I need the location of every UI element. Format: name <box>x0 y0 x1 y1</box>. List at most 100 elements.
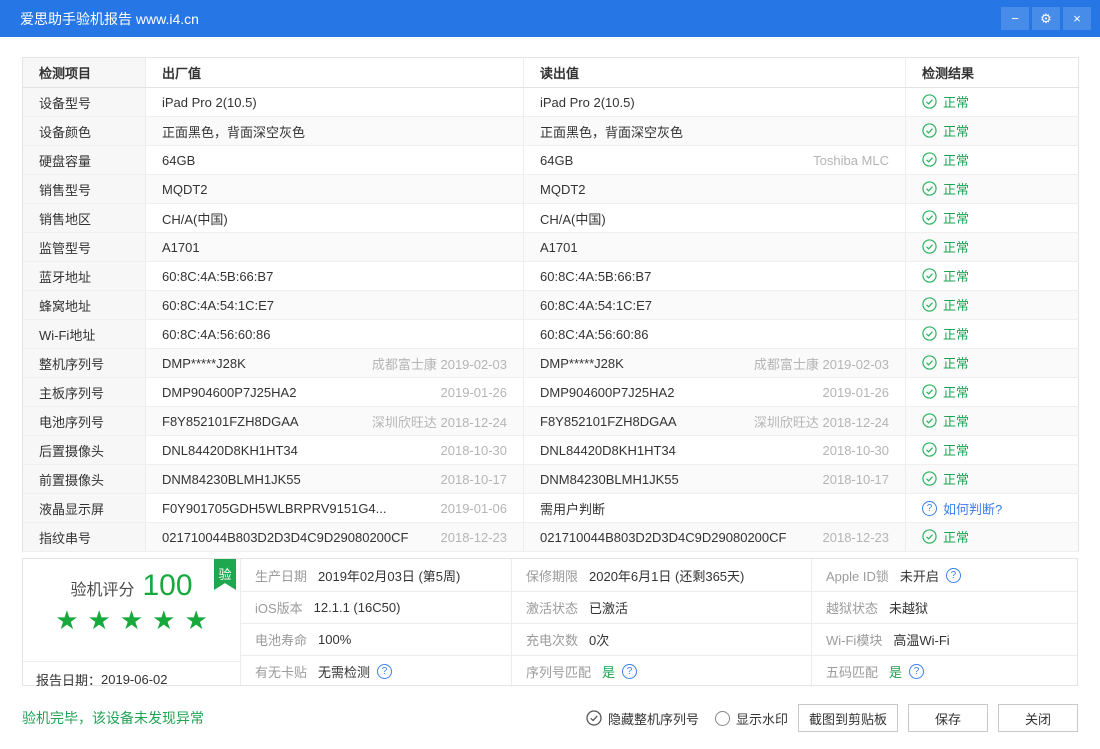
factory-value: 60:8C:4A:54:1C:E7 <box>162 297 275 313</box>
close-report-button[interactable]: 关闭 <box>998 704 1078 732</box>
summary-cell-label: Wi-Fi模块 <box>826 633 883 648</box>
check-circle-icon <box>922 210 937 225</box>
summary-cell: 生产日期 2019年02月03日 (第5周) ? <box>241 559 511 591</box>
read-value: DMP*****J28K <box>540 355 624 371</box>
read-value: 60:8C:4A:54:1C:E7 <box>540 297 653 313</box>
read-value: iPad Pro 2(10.5) <box>540 94 635 110</box>
minimize-button[interactable]: − <box>1001 7 1029 30</box>
table-row: 电池序列号 F8Y852101FZH8DGAA 深圳欣旺达 2018-12-24… <box>22 406 1079 436</box>
window-title: 爱思助手验机报告 www.i4.cn <box>20 10 199 27</box>
result-cell: ? 正常 <box>905 522 1079 552</box>
row-item-label: 蜂窝地址 <box>22 290 146 320</box>
read-value: 64GB <box>540 152 574 168</box>
close-button[interactable]: × <box>1063 7 1091 30</box>
result-text: 正常 <box>943 443 970 458</box>
table-row: 销售型号 MQDT2 MQDT2 正常 <box>22 174 1079 204</box>
check-circle-icon <box>922 529 937 544</box>
summary-cell: iOS版本 12.1.1 (16C50) ? <box>241 591 511 623</box>
factory-value-cell: DMP*****J28K 成都富士康 2019-02-03 <box>145 348 524 378</box>
read-value-cell: 60:8C:4A:5B:66:B7 <box>523 261 906 291</box>
read-value: A1701 <box>540 239 578 255</box>
header-result: 检测结果 <box>905 57 1079 88</box>
header-read: 读出值 <box>523 57 906 88</box>
summary-cell-value: 0次 <box>589 633 610 648</box>
check-circle-icon <box>922 268 937 283</box>
result-text: 正常 <box>943 153 970 168</box>
checked-circle-icon <box>586 710 602 726</box>
help-icon[interactable]: ? <box>622 664 638 679</box>
table-row: 蓝牙地址 60:8C:4A:5B:66:B7 60:8C:4A:5B:66:B7 <box>22 261 1079 291</box>
read-note: 2018-12-23 <box>822 529 890 545</box>
factory-value-cell: F0Y901705GDH5WLBRPRV9151G4... 2019-01-06 <box>145 493 524 523</box>
result-cell: ? 正常 <box>905 174 1079 204</box>
table-row: 后置摄像头 DNL84420D8KH1HT34 2018-10-30 DNL84… <box>22 435 1079 465</box>
score-label: 验机评分 <box>70 582 135 599</box>
factory-note: 深圳欣旺达 2018-12-24 <box>371 414 507 430</box>
factory-value-cell: DMP904600P7J25HA2 2019-01-26 <box>145 377 524 407</box>
help-icon[interactable]: ? <box>945 567 961 583</box>
question-circle-icon[interactable]: ? <box>922 500 937 516</box>
read-value: 60:8C:4A:5B:66:B7 <box>540 268 652 284</box>
summary-cell-value: 12.1.1 (16C50) <box>313 600 401 615</box>
detection-table: 检测项目 出厂值 读出值 检测结果 设备型号 iPad Pro 2(10.5) … <box>22 57 1079 552</box>
screenshot-to-clipboard-button[interactable]: 截图到剪贴板 <box>797 704 898 732</box>
row-item-label: 销售型号 <box>22 174 146 204</box>
check-circle-icon <box>922 297 937 312</box>
result-text: 正常 <box>943 182 970 197</box>
summary-cell-value: 是 <box>889 665 903 680</box>
help-icon[interactable]: ? <box>377 664 393 679</box>
table-row: 设备颜色 正面黑色，背面深空灰色 正面黑色，背面深空灰色 正常 <box>22 116 1079 146</box>
factory-note: 2019-01-26 <box>440 384 508 400</box>
result-text: 正常 <box>943 124 970 139</box>
result-text: 正常 <box>943 530 970 545</box>
table-row: Wi-Fi地址 60:8C:4A:56:60:86 60:8C:4A:56:60… <box>22 319 1079 349</box>
read-value-cell: 60:8C:4A:54:1C:E7 <box>523 290 906 320</box>
factory-value-cell: 60:8C:4A:54:1C:E7 <box>145 290 524 320</box>
summary-cell-label: 越狱状态 <box>826 601 879 616</box>
check-circle-icon <box>922 239 937 254</box>
read-value: 正面黑色，背面深空灰色 <box>540 124 684 140</box>
table-row: 整机序列号 DMP*****J28K 成都富士康 2019-02-03 DMP*… <box>22 348 1079 378</box>
summary-cell-label: Apple ID锁 <box>826 568 889 584</box>
read-value-cell: DNM84230BLMH1JK55 2018-10-17 <box>523 464 906 494</box>
table-header-row: 检测项目 出厂值 读出值 检测结果 <box>22 57 1079 88</box>
result-text: 正常 <box>943 298 970 313</box>
read-value: 60:8C:4A:56:60:86 <box>540 326 649 342</box>
factory-value-cell: iPad Pro 2(10.5) <box>145 87 524 117</box>
result-text: 正常 <box>943 356 970 371</box>
read-note: 2018-10-17 <box>822 471 890 487</box>
read-value: 需用户判断 <box>540 501 606 517</box>
summary-panel: 验机评分 100 ★★★★★ 验 报告日期： 2019-06-02 生产日期 2… <box>22 558 1078 688</box>
window-controls: − ⚙ × <box>998 7 1091 30</box>
result-cell: ? 正常 <box>905 464 1079 494</box>
row-item-label: 主板序列号 <box>22 377 146 407</box>
help-icon[interactable]: ? <box>909 664 925 679</box>
hide-serial-checkbox[interactable]: 隐藏整机序列号 <box>586 709 699 728</box>
factory-note: 2019-01-06 <box>440 500 508 516</box>
summary-cell-value: 未越狱 <box>889 601 929 616</box>
read-value-cell: 64GB Toshiba MLC <box>523 145 906 175</box>
star-rating: ★★★★★ <box>55 605 217 635</box>
read-value-cell: 正面黑色，背面深空灰色 <box>523 116 906 146</box>
read-value: 021710044B803D2D3D4C9D29080200CF <box>540 529 787 545</box>
row-item-label: 整机序列号 <box>22 348 146 378</box>
result-text: 正常 <box>943 327 970 342</box>
row-item-label: 前置摄像头 <box>22 464 146 494</box>
table-row: 销售地区 CH/A(中国) CH/A(中国) 正常 <box>22 203 1079 233</box>
report-date-label: 报告日期： <box>36 672 102 688</box>
factory-value-cell: DNL84420D8KH1HT34 2018-10-30 <box>145 435 524 465</box>
check-circle-icon <box>922 326 937 341</box>
summary-cell-value: 2019年02月03日 (第5周) <box>318 568 461 584</box>
read-value: F8Y852101FZH8DGAA <box>540 413 677 429</box>
settings-button[interactable]: ⚙ <box>1032 7 1060 30</box>
save-button[interactable]: 保存 <box>908 704 988 732</box>
result-cell: ? 正常 <box>905 261 1079 291</box>
read-note: Toshiba MLC <box>813 152 889 168</box>
watermark-radio[interactable]: 显示水印 <box>714 709 788 728</box>
summary-cell-value: 已激活 <box>589 601 629 616</box>
result-cell: ? 正常 <box>905 145 1079 175</box>
check-circle-icon <box>922 384 937 399</box>
summary-cell: 序列号匹配 是 ? <box>511 655 811 687</box>
result-cell: ? 正常 <box>905 348 1079 378</box>
summary-cell: 保修期限 2020年6月1日 (还剩365天) ? <box>511 559 811 591</box>
